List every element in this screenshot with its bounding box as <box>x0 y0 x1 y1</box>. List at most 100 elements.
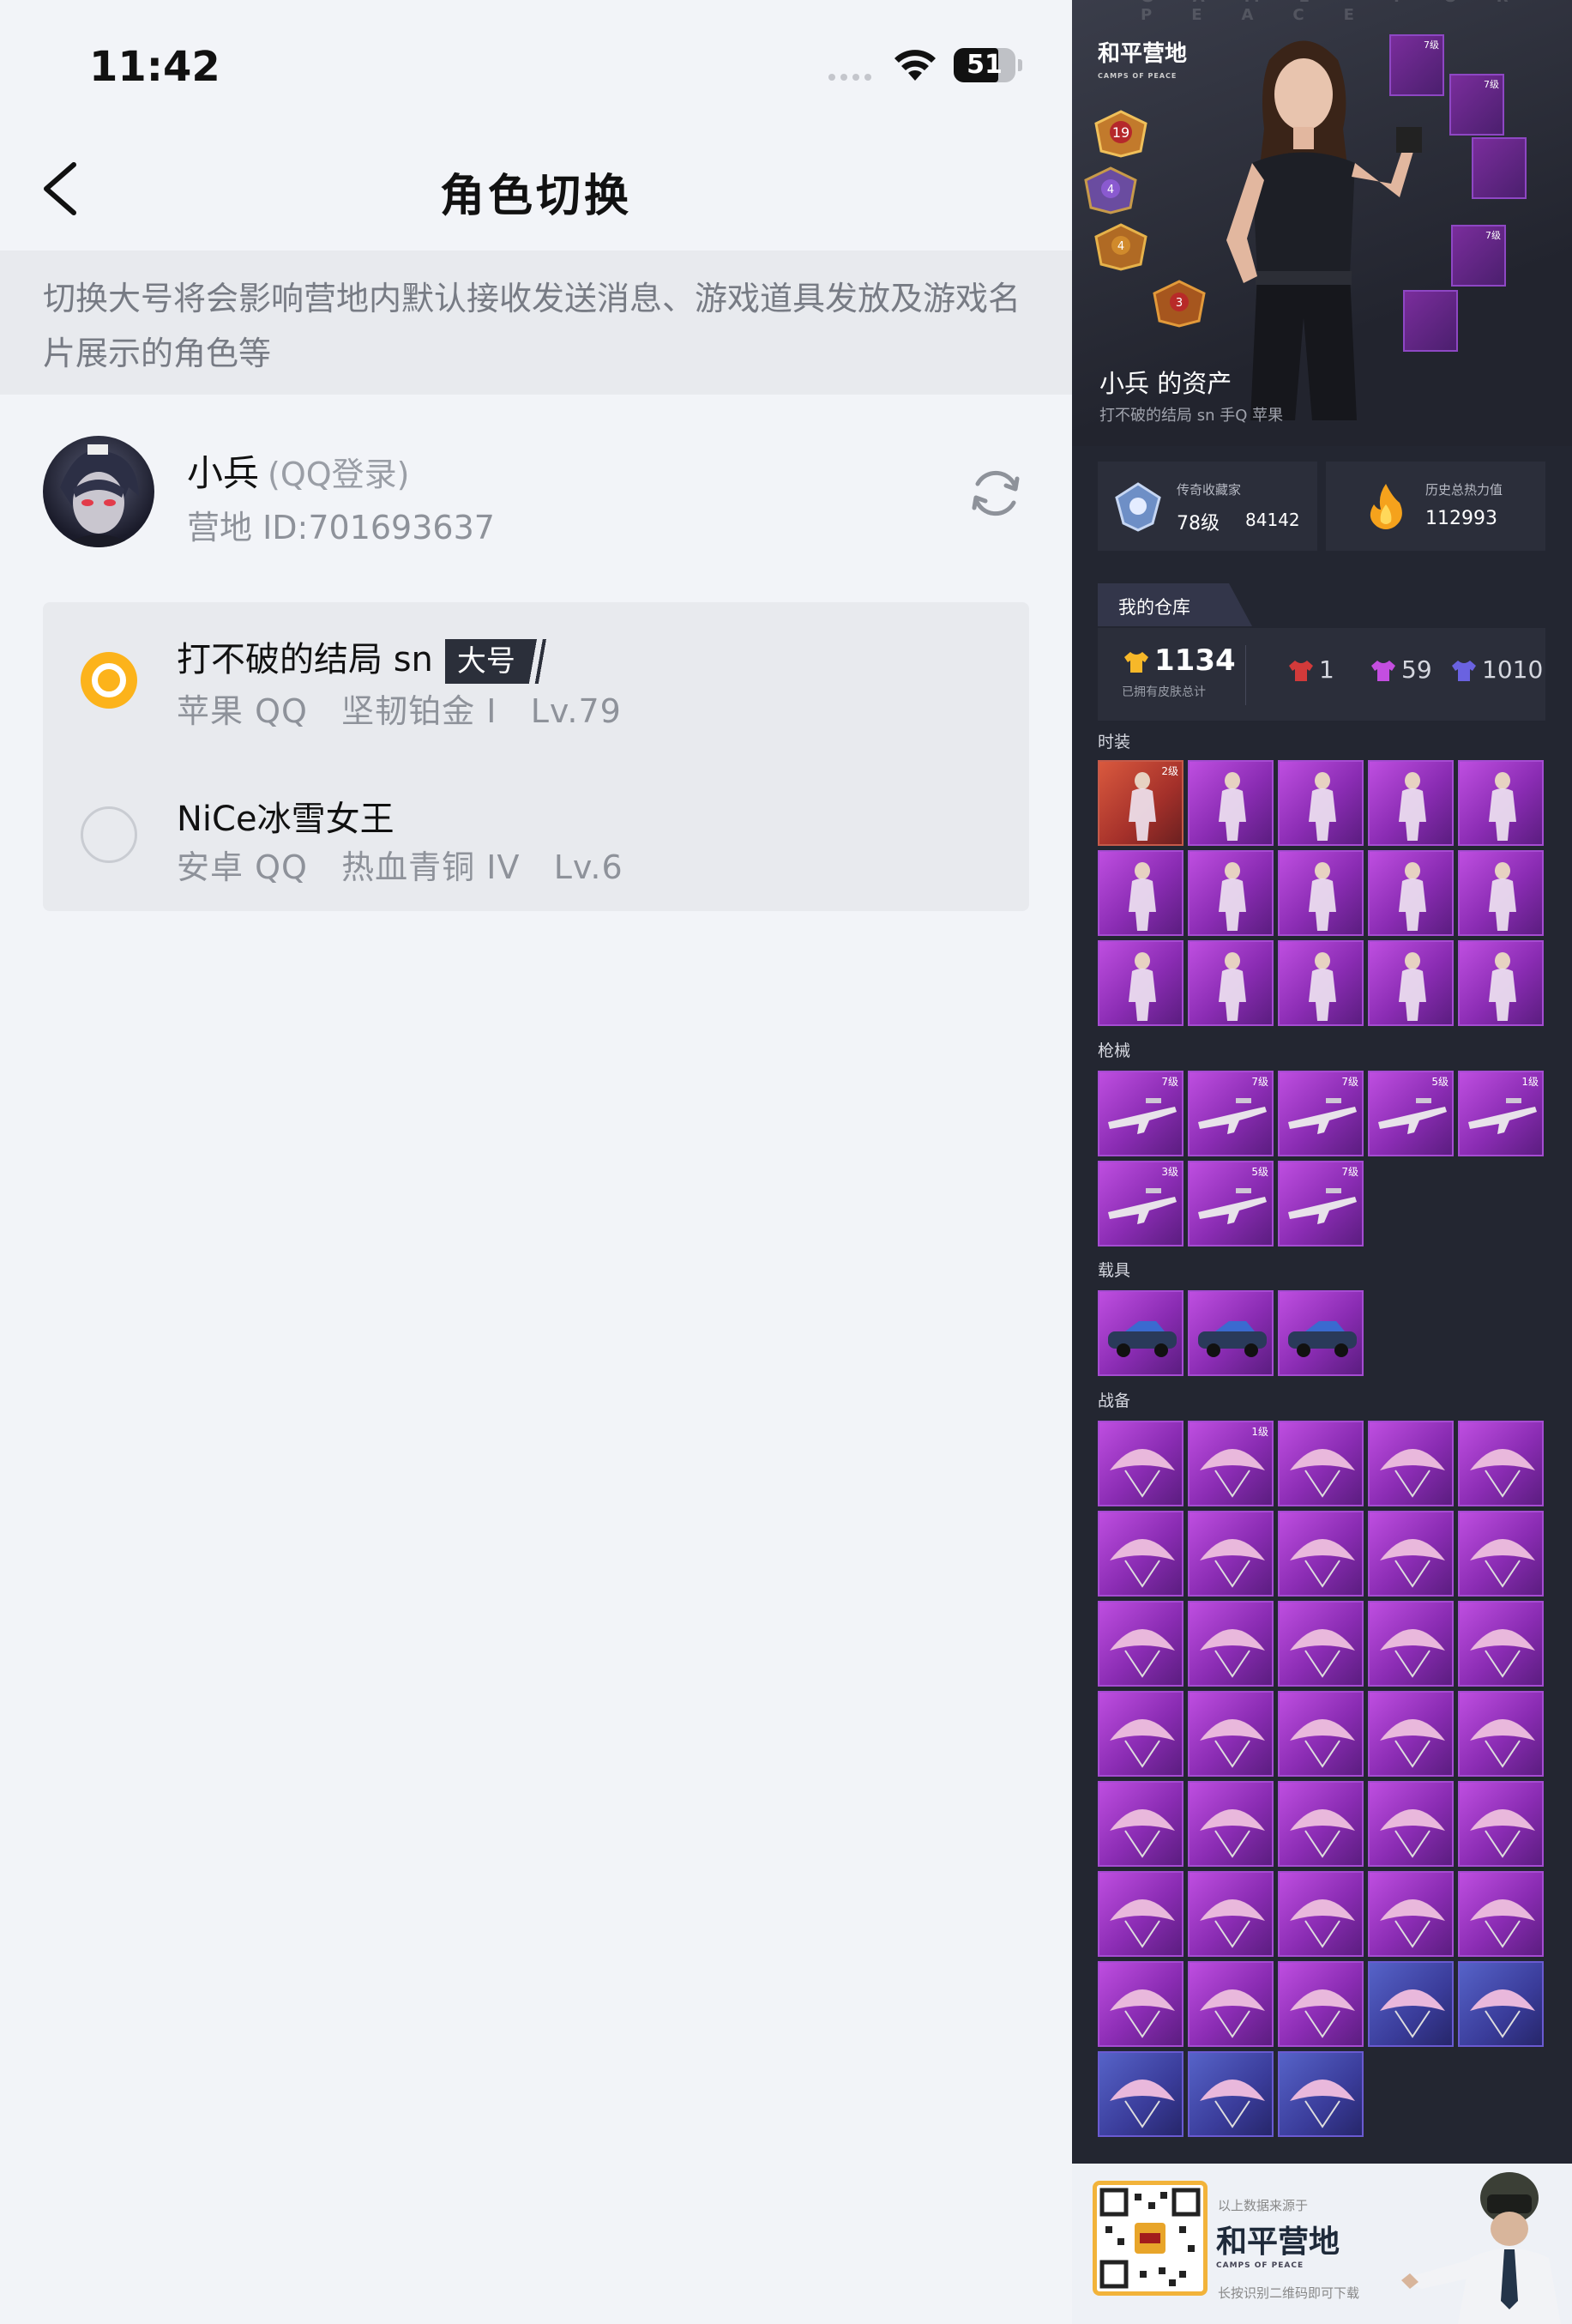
role-level: Lv.6 <box>553 848 623 886</box>
featured-item: 7级 <box>1449 74 1504 136</box>
item-tile <box>1368 1871 1454 1957</box>
item-tile <box>1368 1691 1454 1777</box>
radio-unselected[interactable] <box>81 806 137 863</box>
item-tile: 5级 <box>1188 1161 1274 1247</box>
account-name: 小兵 <box>187 452 260 494</box>
role-list: 打不破的结局 sn 大号 苹果 QQ 坚韧铂金 I Lv.79 NiCe冰雪女王 … <box>43 602 1029 911</box>
blue-skin-count: 1010 <box>1451 655 1543 684</box>
radio-selected[interactable] <box>81 652 137 709</box>
item-tile <box>1278 1691 1364 1777</box>
item-tile <box>1188 1290 1274 1376</box>
item-tile: 1级 <box>1458 1071 1544 1156</box>
camp-logo: 和平营地 CAMPS OF PEACE <box>1098 43 1187 88</box>
item-tile <box>1278 1511 1364 1597</box>
flame-icon <box>1370 484 1402 529</box>
main-account-badge: 大号 <box>444 639 555 684</box>
item-tile <box>1278 1601 1364 1687</box>
category-outfit-label: 时装 <box>1098 733 1131 752</box>
item-level: 7级 <box>1161 1076 1178 1088</box>
role-detail: 安卓 QQ 热血青铜 IV Lv.6 <box>177 841 623 888</box>
battery-icon: 51 <box>954 48 1015 82</box>
item-tile <box>1368 1961 1454 2047</box>
item-level: 7级 <box>1341 1076 1358 1088</box>
account-name-row: 小兵 (QQ登录) <box>187 444 410 497</box>
item-tile <box>1188 940 1274 1026</box>
page-title: 角色切换 <box>439 171 632 222</box>
item-tile <box>1188 1511 1274 1597</box>
item-tile <box>1098 1961 1184 2047</box>
count-value: 1 <box>1319 655 1334 684</box>
role-item-main[interactable]: 打不破的结局 sn 大号 苹果 QQ 坚韧铂金 I Lv.79 <box>43 602 1029 757</box>
medal-icon: 19 <box>1094 110 1147 158</box>
collector-badge-icon <box>1115 482 1161 532</box>
footer-logo: 和平营地 CAMPS OF PEACE <box>1216 2217 1340 2270</box>
item-level: 2级 <box>1161 765 1178 777</box>
featured-item: 7级 <box>1451 225 1506 287</box>
source-text: 以上数据来源于 <box>1218 2198 1309 2213</box>
status-bar: 11:42 51 <box>0 0 1072 137</box>
role-item-second[interactable]: NiCe冰雪女王 安卓 QQ 热血青铜 IV Lv.6 <box>43 757 1029 911</box>
featured-item: 7级 <box>1389 34 1444 96</box>
role-platform: 苹果 QQ <box>177 692 308 730</box>
shirt-purple-icon <box>1371 661 1395 681</box>
item-tile <box>1458 760 1544 846</box>
stats-row: 传奇收藏家 78级 84142 历史总热力值 112993 <box>1098 462 1545 551</box>
avatar <box>43 436 154 547</box>
logo-subtext: CAMPS OF PEACE <box>1098 72 1177 80</box>
item-tile <box>1278 1781 1364 1867</box>
item-level: 5级 <box>1251 1166 1268 1178</box>
item-level: 7级 <box>1424 39 1439 51</box>
item-tile: 3级 <box>1098 1161 1184 1247</box>
item-tile <box>1188 1691 1274 1777</box>
role-name: NiCe冰雪女王 <box>177 800 395 839</box>
item-tile <box>1188 2051 1274 2137</box>
item-tile <box>1458 1871 1544 1957</box>
item-tile: 5级 <box>1368 1071 1454 1156</box>
asset-subtitle: 打不破的结局 sn 手Q 苹果 <box>1099 407 1284 425</box>
item-tile <box>1278 2051 1364 2137</box>
item-tile <box>1368 760 1454 846</box>
item-tile <box>1188 850 1274 936</box>
vehicle-grid <box>1098 1290 1544 1376</box>
item-tile <box>1368 1511 1454 1597</box>
refresh-icon[interactable] <box>966 463 1026 523</box>
item-tile <box>1098 1781 1184 1867</box>
count-value: 1010 <box>1482 655 1544 684</box>
asset-hero: GAME FOR PEACE 和平营地 CAMPS OF PEACE 19 4 4… <box>1072 0 1572 446</box>
item-tile: 7级 <box>1188 1071 1274 1156</box>
stat-value-score: 84142 <box>1245 510 1300 530</box>
item-level: 5级 <box>1431 1076 1449 1088</box>
item-level: 7级 <box>1341 1166 1358 1178</box>
footer-logo-subtext: CAMPS OF PEACE <box>1216 2261 1304 2270</box>
item-tile <box>1098 1871 1184 1957</box>
download-footer: 以上数据来源于 和平营地 CAMPS OF PEACE 长按识别二维码即可下载 <box>1072 2164 1572 2324</box>
footer-logo-text: 和平营地 <box>1216 2224 1340 2260</box>
item-tile <box>1098 1601 1184 1687</box>
medal-icon: 4 <box>1084 166 1137 214</box>
role-rank: 热血青铜 IV <box>341 848 521 886</box>
item-tile <box>1368 1601 1454 1687</box>
item-tile <box>1458 1781 1544 1867</box>
login-type: (QQ登录) <box>268 456 410 493</box>
battery-level: 51 <box>967 50 1003 80</box>
item-tile <box>1368 1781 1454 1867</box>
role-platform: 安卓 QQ <box>177 848 308 886</box>
item-tile <box>1458 1421 1544 1506</box>
gear-grid: 1级 <box>1098 1421 1544 2137</box>
weapon-grid: 7级 7级 7级 5级 1级 3级 5级 7级 <box>1098 1071 1544 1247</box>
item-tile: 2级 <box>1098 760 1184 846</box>
svg-text:3: 3 <box>1176 297 1183 310</box>
outfit-grid: 2级 <box>1098 760 1544 1026</box>
category-weapon-label: 枪械 <box>1098 1041 1131 1060</box>
qr-code[interactable] <box>1093 2181 1208 2296</box>
signal-icon <box>828 74 871 81</box>
clock: 11:42 <box>89 43 220 91</box>
item-tile: 7级 <box>1278 1071 1364 1156</box>
collector-stat: 传奇收藏家 78级 84142 <box>1098 462 1317 551</box>
role-name-row: 打不破的结局 sn 大号 <box>177 631 555 684</box>
shirt-blue-icon <box>1452 661 1476 681</box>
item-tile <box>1278 1421 1364 1506</box>
camp-id: 营地 ID:701693637 <box>187 509 495 546</box>
item-tile <box>1458 940 1544 1026</box>
stat-value: 78级 <box>1177 513 1220 534</box>
